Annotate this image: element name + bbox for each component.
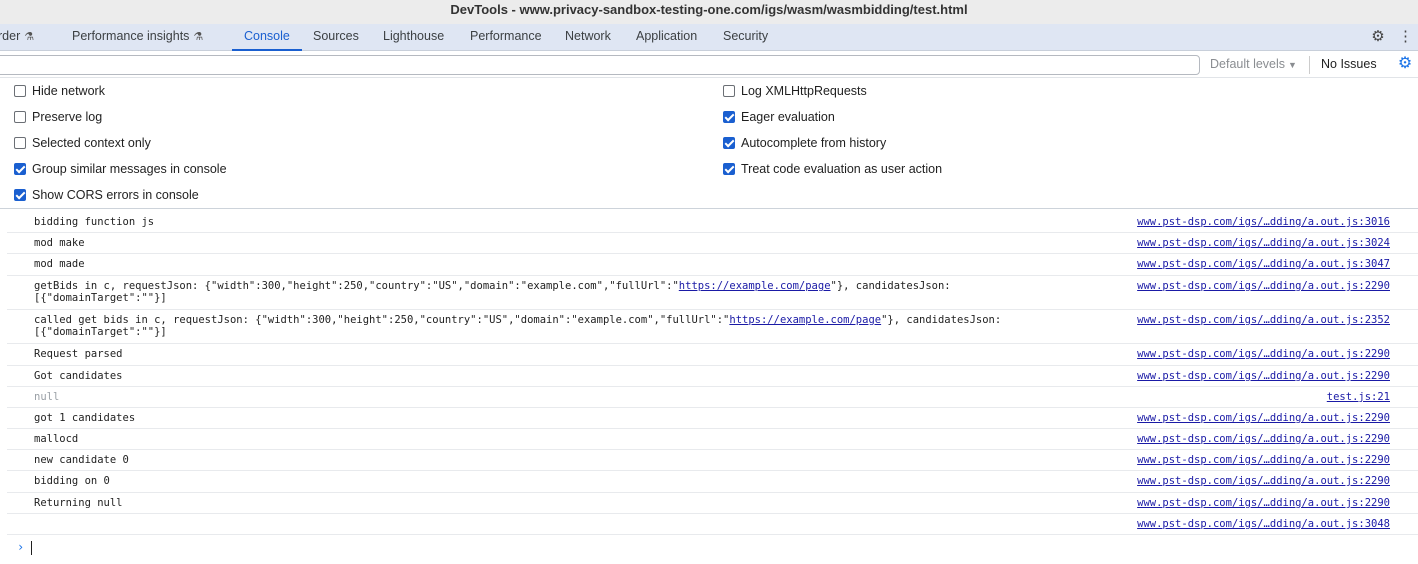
checkbox[interactable]: [14, 137, 26, 149]
message-url-link[interactable]: https://example.com/page: [729, 314, 881, 326]
message-text: Returning null: [34, 497, 123, 509]
message-text: called get bids in c, requestJson: {"wid…: [34, 314, 1034, 338]
console-message: bidding function js www.pst-dsp.com/igs/…: [7, 212, 1418, 233]
tab-label: Lighthouse: [383, 29, 445, 43]
tab-label: Application: [636, 29, 698, 43]
tab-performance[interactable]: Performance: [470, 24, 542, 50]
console-message: mod make www.pst-dsp.com/igs/…dding/a.ou…: [7, 233, 1418, 254]
issues-button[interactable]: No Issues: [1321, 57, 1377, 71]
console-settings-gear-icon[interactable]: ⚙: [1396, 55, 1414, 73]
source-link[interactable]: www.pst-dsp.com/igs/…dding/a.out.js:2290: [1137, 433, 1390, 445]
setting-label: Group similar messages in console: [32, 162, 227, 176]
console-message: mod made www.pst-dsp.com/igs/…dding/a.ou…: [7, 254, 1418, 276]
console-message: Got candidates www.pst-dsp.com/igs/…ddin…: [7, 366, 1418, 387]
console-filter-bar: Default levels ▼ No Issues ⚙: [0, 51, 1418, 78]
setting-label: Eager evaluation: [741, 110, 835, 124]
console-message: got 1 candidates www.pst-dsp.com/igs/…dd…: [7, 408, 1418, 429]
message-text: Got candidates: [34, 370, 123, 382]
tab-label: Performance: [470, 29, 542, 43]
source-link[interactable]: www.pst-dsp.com/igs/…dding/a.out.js:2290: [1137, 370, 1390, 382]
source-link[interactable]: www.pst-dsp.com/igs/…dding/a.out.js:2290: [1137, 454, 1390, 466]
message-text: new candidate 0: [34, 454, 129, 466]
console-input-cursor[interactable]: [31, 541, 32, 555]
tab-label: Network: [565, 29, 611, 43]
log-levels-label: Default levels: [1210, 57, 1286, 71]
setting-label: Preserve log: [32, 110, 103, 124]
checkbox-checked[interactable]: [723, 111, 735, 123]
console-message: mallocd www.pst-dsp.com/igs/…dding/a.out…: [7, 429, 1418, 450]
checkbox[interactable]: [723, 85, 735, 97]
console-messages: bidding function js www.pst-dsp.com/igs/…: [0, 209, 1418, 564]
message-text: null: [34, 391, 60, 403]
console-settings-pane: Hide network Preserve log Selected conte…: [0, 78, 1418, 209]
source-link[interactable]: www.pst-dsp.com/igs/…dding/a.out.js:2290: [1137, 412, 1390, 424]
source-link[interactable]: www.pst-dsp.com/igs/…dding/a.out.js:3047: [1137, 258, 1390, 270]
checkbox-checked[interactable]: [14, 163, 26, 175]
checkbox[interactable]: [14, 85, 26, 97]
tab-label: Security: [723, 29, 769, 43]
window-title: DevTools - www.privacy-sandbox-testing-o…: [0, 0, 1418, 24]
console-message: bidding on 0 www.pst-dsp.com/igs/…dding/…: [7, 471, 1418, 493]
panel-tabbar: rder ⚗ Performance insights ⚗ Console Sour…: [0, 24, 1418, 51]
message-text: mod make: [34, 237, 85, 249]
source-link[interactable]: www.pst-dsp.com/igs/…dding/a.out.js:3016: [1137, 216, 1390, 228]
source-link[interactable]: www.pst-dsp.com/igs/…dding/a.out.js:2290: [1137, 280, 1390, 292]
chevron-right-icon: ›: [17, 540, 25, 554]
checkbox-checked[interactable]: [723, 137, 735, 149]
gear-icon[interactable]: ⚙: [1369, 28, 1387, 46]
source-link[interactable]: www.pst-dsp.com/igs/…dding/a.out.js:2290: [1137, 475, 1390, 487]
tab-label: rder: [0, 29, 21, 43]
tab-sources[interactable]: Sources: [313, 24, 359, 50]
source-link[interactable]: www.pst-dsp.com/igs/…dding/a.out.js:2290: [1137, 348, 1390, 360]
tab-label: Console: [244, 29, 290, 43]
console-message: Returning null www.pst-dsp.com/igs/…ddin…: [7, 493, 1418, 514]
checkbox-checked[interactable]: [14, 189, 26, 201]
console-message: getBids in c, requestJson: {"width":300,…: [7, 276, 1418, 310]
log-levels-dropdown[interactable]: Default levels ▼: [1210, 57, 1297, 71]
message-text-part: getBids in c, requestJson: {"width":300,…: [34, 280, 679, 292]
message-text: bidding on 0: [34, 475, 110, 487]
flask-icon: ⚗: [24, 31, 35, 43]
message-text: Request parsed: [34, 348, 123, 360]
setting-label: Treat code evaluation as user action: [741, 162, 943, 176]
setting-label: Autocomplete from history: [741, 136, 887, 150]
message-text: mod made: [34, 258, 85, 270]
tab-label: Performance insights: [72, 29, 190, 43]
filter-input[interactable]: [0, 55, 1200, 75]
tab-performance-insights[interactable]: Performance insights ⚗: [72, 24, 203, 50]
source-link[interactable]: www.pst-dsp.com/igs/…dding/a.out.js:2352: [1137, 314, 1390, 326]
tab-network[interactable]: Network: [565, 24, 611, 50]
console-message: www.pst-dsp.com/igs/…dding/a.out.js:3048: [7, 514, 1418, 535]
message-text: mallocd: [34, 433, 79, 445]
setting-label: Selected context only: [32, 136, 151, 150]
source-link[interactable]: test.js:21: [1327, 391, 1390, 403]
tab-application[interactable]: Application: [636, 24, 697, 50]
message-text: bidding function js: [34, 216, 155, 228]
console-message: Request parsed www.pst-dsp.com/igs/…ddin…: [7, 344, 1418, 366]
tab-recorder[interactable]: rder ⚗: [0, 24, 34, 50]
source-link[interactable]: www.pst-dsp.com/igs/…dding/a.out.js:3024: [1137, 237, 1390, 249]
tab-security[interactable]: Security: [723, 24, 768, 50]
source-link[interactable]: www.pst-dsp.com/igs/…dding/a.out.js:2290: [1137, 497, 1390, 509]
flask-icon: ⚗: [193, 31, 204, 43]
setting-label: Hide network: [32, 84, 105, 98]
tab-lighthouse[interactable]: Lighthouse: [383, 24, 444, 50]
message-url-link[interactable]: https://example.com/page: [679, 280, 831, 292]
message-text-part: called get bids in c, requestJson: {"wid…: [34, 314, 730, 326]
setting-label: Log XMLHttpRequests: [741, 84, 867, 98]
kebab-menu-icon[interactable]: ⋮: [1398, 28, 1413, 46]
tab-label: Sources: [313, 29, 359, 43]
caret-down-icon: ▼: [1288, 60, 1297, 70]
message-text: getBids in c, requestJson: {"width":300,…: [34, 280, 1034, 304]
checkbox[interactable]: [14, 111, 26, 123]
console-message: new candidate 0 www.pst-dsp.com/igs/…ddi…: [7, 450, 1418, 471]
console-message: null test.js:21: [7, 387, 1418, 408]
tab-console[interactable]: Console: [232, 24, 302, 51]
setting-label: Show CORS errors in console: [32, 188, 199, 202]
checkbox-checked[interactable]: [723, 163, 735, 175]
message-text: got 1 candidates: [34, 412, 136, 424]
source-link[interactable]: www.pst-dsp.com/igs/…dding/a.out.js:3048: [1137, 518, 1390, 530]
console-message: called get bids in c, requestJson: {"wid…: [7, 310, 1418, 344]
toolbar-divider: [1309, 56, 1310, 74]
